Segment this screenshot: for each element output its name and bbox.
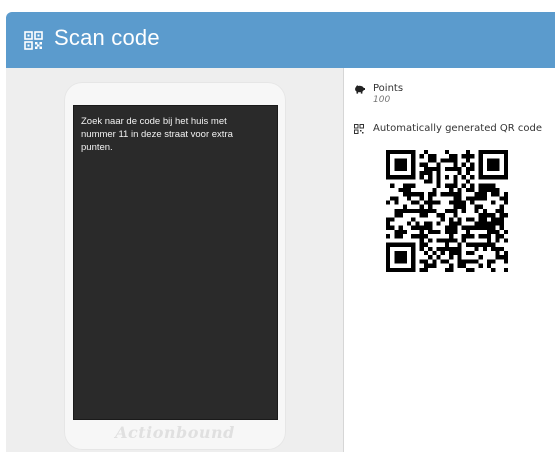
- phone-screen: Zoek naar de code bij het huis met numme…: [73, 105, 278, 420]
- qr-label: Automatically generated QR code: [373, 123, 543, 134]
- phone-preview-pane: Zoek naar de code bij het huis met numme…: [6, 68, 343, 452]
- qr-code-icon: [24, 31, 43, 50]
- phone-message: Zoek naar de code bij het huis met numme…: [81, 116, 233, 153]
- points-value: 100: [373, 95, 391, 105]
- points-label: Points: [373, 83, 404, 94]
- qr-code-image[interactable]: [386, 150, 508, 272]
- page-title: Scan code: [54, 25, 160, 50]
- phone-frame: Zoek naar de code bij het huis met numme…: [64, 82, 286, 450]
- piggy-bank-icon: [355, 85, 365, 94]
- qr-code-icon: [354, 124, 364, 134]
- header-bar: Scan code: [6, 12, 555, 68]
- details-pane: Points 100 Automatically generated QR co…: [344, 68, 555, 452]
- brand-logo: Actionbound: [115, 423, 235, 442]
